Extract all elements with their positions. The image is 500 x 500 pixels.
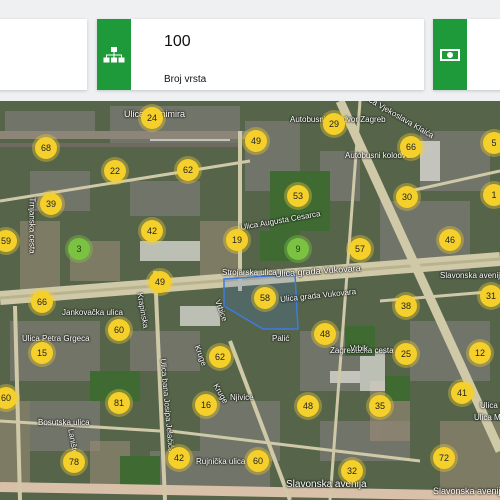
cluster-marker[interactable]: 12 bbox=[469, 342, 491, 364]
cluster-marker[interactable]: 1 bbox=[483, 184, 500, 206]
cluster-marker[interactable]: 31 bbox=[480, 285, 500, 307]
cluster-marker[interactable]: 42 bbox=[168, 447, 190, 469]
street-label: Ulica Petra Grgeca bbox=[22, 334, 90, 343]
cluster-marker[interactable]: 39 bbox=[40, 193, 62, 215]
street-label: Slavonska avenija bbox=[440, 271, 500, 280]
street-label: Slavonska avenija bbox=[433, 486, 500, 496]
satellite-map[interactable]: Ulica Branimira Autobusni kolodvor Zagre… bbox=[0, 101, 500, 500]
cluster-marker[interactable]: 58 bbox=[254, 287, 276, 309]
cluster-marker[interactable]: 30 bbox=[396, 186, 418, 208]
street-label: Vrbik bbox=[350, 344, 368, 353]
cluster-marker[interactable]: 62 bbox=[177, 159, 199, 181]
cluster-marker[interactable]: 22 bbox=[104, 160, 126, 182]
cluster-marker[interactable]: 57 bbox=[349, 238, 371, 260]
street-label: Ulica Ivana Lučića bbox=[480, 401, 500, 410]
cluster-marker[interactable]: 81 bbox=[108, 392, 130, 414]
street-label: Rujnička ulica bbox=[196, 457, 246, 466]
street-label: Ulica Marina Getaldića bbox=[474, 413, 500, 422]
cluster-marker[interactable]: 60 bbox=[247, 450, 269, 472]
cluster-marker[interactable]: 42 bbox=[141, 220, 163, 242]
stat-card-species-count: 100 Broj vrsta bbox=[97, 19, 424, 90]
banknote-icon bbox=[433, 19, 467, 90]
cluster-marker[interactable]: 66 bbox=[31, 291, 53, 313]
cluster-marker[interactable]: 41 bbox=[451, 382, 473, 404]
street-label: Njivice bbox=[230, 393, 254, 402]
cluster-marker[interactable]: 3 bbox=[68, 238, 90, 260]
cluster-marker[interactable]: 49 bbox=[245, 130, 267, 152]
stat-card-right bbox=[433, 19, 500, 90]
cluster-marker[interactable]: 9 bbox=[287, 238, 309, 260]
species-count-value: 100 bbox=[164, 33, 191, 50]
species-count-label: Broj vrsta bbox=[164, 74, 207, 85]
cluster-marker[interactable]: 68 bbox=[35, 137, 57, 159]
hierarchy-icon bbox=[97, 19, 131, 90]
cluster-marker[interactable]: 15 bbox=[31, 342, 53, 364]
cluster-marker[interactable]: 29 bbox=[323, 113, 345, 135]
cluster-marker[interactable]: 78 bbox=[63, 451, 85, 473]
cluster-marker[interactable]: 72 bbox=[433, 447, 455, 469]
cluster-marker[interactable]: 46 bbox=[439, 229, 461, 251]
cluster-marker[interactable]: 62 bbox=[209, 346, 231, 368]
street-label: Strojarska ulica bbox=[222, 268, 277, 277]
cluster-marker[interactable]: 53 bbox=[287, 185, 309, 207]
street-label: Jankovačka ulica bbox=[62, 308, 123, 317]
cluster-marker[interactable]: 24 bbox=[141, 107, 163, 129]
street-label: Trnjanska cesta bbox=[27, 197, 37, 254]
cluster-marker[interactable]: 48 bbox=[314, 323, 336, 345]
cluster-marker[interactable]: 32 bbox=[341, 460, 363, 482]
stats-bar: 100 Broj vrsta bbox=[0, 0, 500, 100]
cluster-marker[interactable]: 49 bbox=[149, 271, 171, 293]
cluster-marker[interactable]: 25 bbox=[395, 343, 417, 365]
cluster-marker[interactable]: 5 bbox=[483, 132, 500, 154]
cluster-marker[interactable]: 19 bbox=[226, 229, 248, 251]
cluster-marker[interactable]: 16 bbox=[195, 394, 217, 416]
cluster-marker[interactable]: 66 bbox=[400, 136, 422, 158]
stat-card-left bbox=[0, 19, 87, 90]
cluster-marker[interactable]: 48 bbox=[297, 395, 319, 417]
cluster-marker[interactable]: 60 bbox=[108, 319, 130, 341]
street-label: Bosutska ulica bbox=[38, 418, 90, 427]
cluster-marker[interactable]: 35 bbox=[369, 395, 391, 417]
street-label: Palić bbox=[272, 334, 290, 343]
cluster-marker[interactable]: 38 bbox=[395, 295, 417, 317]
